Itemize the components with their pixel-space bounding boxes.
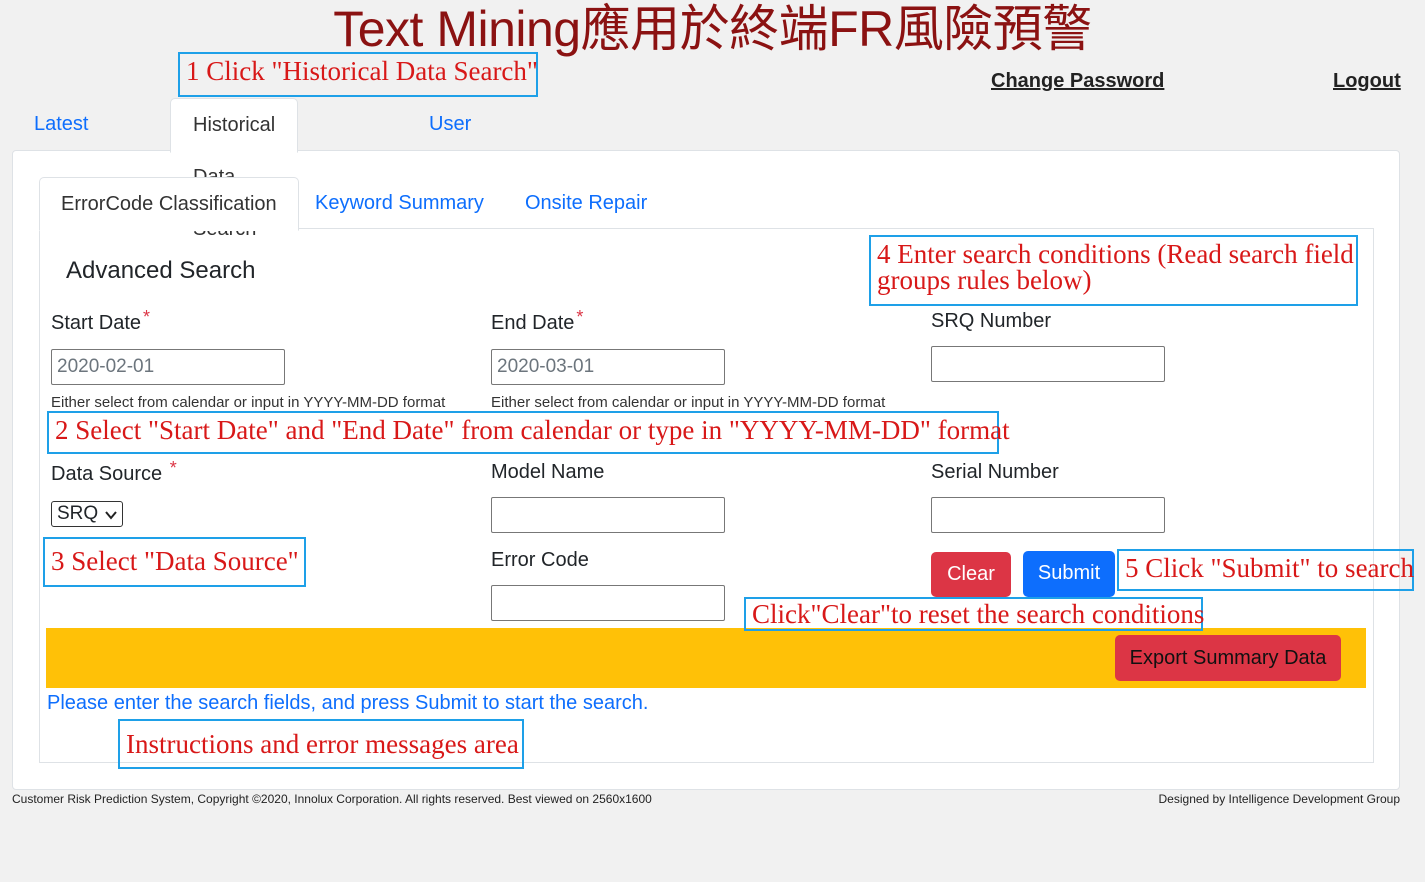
start-date-hint: Either select from calendar or input in … (51, 394, 446, 411)
footer-designed-by: Designed by Intelligence Development Gro… (1158, 792, 1400, 806)
tab-keyword-summary[interactable]: Keyword Summary (294, 177, 505, 229)
srq-number-input[interactable] (931, 346, 1165, 382)
error-code-label: Error Code (491, 549, 589, 571)
start-date-input[interactable]: 2020-02-01 (51, 349, 285, 385)
required-mark: * (576, 307, 584, 327)
callout-clear-note: Click"Clear"to reset the search conditio… (744, 597, 1204, 631)
callout-step3: 3 Select "Data Source" (43, 537, 306, 587)
callout-step2: 2 Select "Start Date" and "End Date" fro… (47, 411, 1010, 454)
model-name-input[interactable] (491, 497, 725, 533)
serial-number-label: Serial Number (931, 461, 1059, 483)
tab-historical-data-search[interactable]: Historical Data Search (170, 98, 299, 240)
serial-number-input[interactable] (931, 497, 1165, 533)
callout-step4-line2: groups rules below) (877, 265, 1092, 295)
srq-number-label: SRQ Number (931, 310, 1052, 332)
status-message: Please enter the search fields, and pres… (47, 692, 649, 714)
end-date-input[interactable]: 2020-03-01 (491, 349, 725, 385)
submit-button[interactable]: Submit (1023, 551, 1115, 597)
model-name-label: Model Name (491, 461, 605, 483)
advanced-search-heading: Advanced Search (66, 257, 256, 284)
tab-user-manual[interactable]: User Manual (407, 98, 517, 187)
tab-latest-model[interactable]: Latest Model (12, 98, 110, 187)
callout-step4: 4 Enter search conditions (Read search f… (869, 235, 1358, 306)
app-title: Text Mining應用於終端FR風險預警 (333, 1, 1092, 57)
tab-errorcode-classification[interactable]: ErrorCode Classification (39, 177, 299, 231)
chevron-down-icon (105, 511, 117, 520)
footer-copyright: Customer Risk Prediction System, Copyrig… (12, 792, 652, 806)
logout-link[interactable]: Logout (1333, 70, 1401, 93)
required-mark: * (169, 458, 177, 478)
tab-onsite-repair[interactable]: Onsite Repair (504, 177, 668, 229)
end-date-label: End Date * (491, 307, 584, 334)
callout-step1: 1 Click "Historical Data Search" (178, 52, 538, 97)
data-source-label: Data Source * (51, 458, 177, 485)
data-source-value: SRQ (57, 503, 99, 524)
data-source-select[interactable]: SRQ (51, 501, 123, 527)
export-summary-button[interactable]: Export Summary Data (1115, 635, 1341, 681)
callout-step5: 5 Click "Submit" to search (1117, 549, 1414, 591)
clear-button[interactable]: Clear (931, 552, 1011, 597)
end-date-hint: Either select from calendar or input in … (491, 394, 886, 411)
error-code-input[interactable] (491, 585, 725, 621)
callout-step4-line1: 4 Enter search conditions (Read search f… (877, 239, 1354, 269)
callout-messages-area: Instructions and error messages area (118, 719, 524, 769)
start-date-label: Start Date * (51, 307, 151, 334)
required-mark: * (143, 307, 151, 327)
change-password-link[interactable]: Change Password (991, 70, 1164, 93)
